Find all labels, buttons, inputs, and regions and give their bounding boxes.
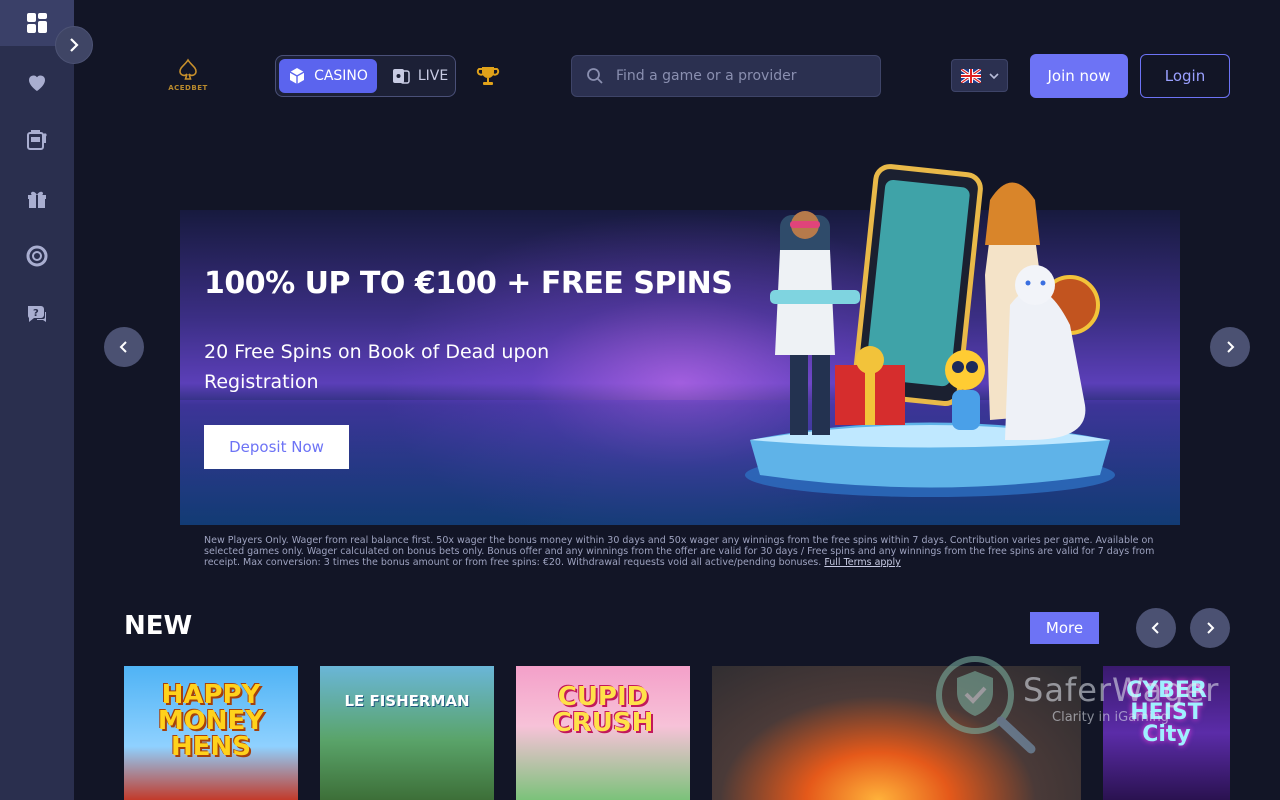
heart-icon — [29, 75, 45, 91]
rail-item-support[interactable] — [0, 233, 74, 279]
search-icon — [587, 68, 603, 84]
svg-text:?: ? — [33, 308, 39, 319]
rail-item-favorites[interactable] — [0, 59, 74, 105]
banner-prev-button[interactable] — [104, 327, 144, 367]
full-terms-link[interactable]: Full Terms apply — [824, 557, 900, 568]
row-next-button[interactable] — [1190, 608, 1230, 648]
chevron-left-icon — [119, 341, 127, 353]
watermark-name: SaferWager — [1023, 671, 1220, 709]
spade-logo-icon — [179, 58, 197, 80]
trophy-icon[interactable] — [476, 64, 500, 88]
rail-item-slots[interactable] — [0, 117, 74, 163]
tab-casino-label: CASINO — [314, 68, 368, 84]
search-box — [571, 55, 881, 97]
more-button[interactable]: More — [1030, 612, 1099, 644]
chevron-left-icon — [1151, 622, 1159, 634]
section-title-new: NEW — [124, 611, 193, 641]
game-card-title: HAPPY MONEY HENS — [157, 680, 265, 762]
side-rail: ? — [0, 0, 74, 800]
chevron-right-icon — [70, 38, 79, 52]
watermark-tagline: Clarity in iGaming — [1052, 710, 1169, 725]
banner-illustration — [745, 164, 1115, 497]
watermark: SaferWager Clarity in iGaming — [935, 655, 1218, 755]
chevron-right-icon — [1207, 622, 1215, 634]
rail-item-help[interactable]: ? — [0, 291, 74, 337]
join-now-button[interactable]: Join now — [1030, 54, 1128, 98]
language-selector[interactable] — [951, 59, 1008, 92]
game-card-title: LE FISHERMAN — [344, 692, 470, 710]
rail-expand-button[interactable] — [55, 26, 93, 64]
chevron-right-icon — [1227, 341, 1235, 353]
game-card[interactable]: CUPID CRUSH — [516, 666, 690, 800]
cube-icon — [289, 68, 305, 84]
uk-flag-icon — [960, 68, 981, 83]
tab-live[interactable]: LIVE — [386, 59, 454, 93]
tab-live-label: LIVE — [417, 68, 449, 84]
game-card-title: CUPID CRUSH — [552, 682, 654, 738]
row-prev-button[interactable] — [1136, 608, 1176, 648]
deposit-now-button[interactable]: Deposit Now — [204, 425, 349, 469]
site-logo[interactable]: ACEDBET — [162, 58, 214, 98]
promo-title: 100% UP TO €100 + FREE SPINS — [204, 266, 733, 301]
tab-casino[interactable]: CASINO — [279, 59, 377, 93]
game-card[interactable]: LE FISHERMAN — [320, 666, 494, 800]
cards-icon — [392, 69, 410, 84]
grid-icon — [27, 13, 47, 33]
promo-subtitle: 20 Free Spins on Book of Dead upon Regis… — [204, 341, 550, 393]
lifebuoy-icon — [26, 245, 48, 267]
game-card[interactable]: HAPPY MONEY HENS — [124, 666, 298, 800]
logo-text: ACEDBET — [168, 84, 208, 92]
help-chat-icon: ? — [28, 306, 46, 322]
login-button[interactable]: Login — [1140, 54, 1230, 98]
chevron-down-icon — [988, 72, 999, 79]
banner-next-button[interactable] — [1210, 327, 1250, 367]
rail-item-promotions[interactable] — [0, 175, 74, 221]
mode-switch: CASINO LIVE — [275, 55, 456, 97]
search-input[interactable] — [616, 68, 866, 84]
gift-icon — [28, 191, 46, 208]
slot-machine-icon — [27, 130, 47, 150]
promo-terms-text: New Players Only. Wager from real balanc… — [204, 535, 1155, 568]
promo-terms: New Players Only. Wager from real balanc… — [204, 535, 1174, 568]
